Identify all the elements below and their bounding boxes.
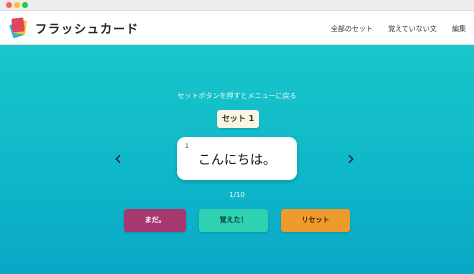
close-window-button[interactable] xyxy=(6,2,12,8)
not-yet-button[interactable]: まだ。 xyxy=(124,209,186,232)
reset-button[interactable]: リセット xyxy=(281,209,350,232)
set-button[interactable]: セット 1 xyxy=(217,110,259,128)
prev-card-icon[interactable]: ‹ xyxy=(114,148,122,168)
nav-all-sets[interactable]: 全部のセット xyxy=(331,25,373,33)
hint-text: セットボタンを押すとメニューに戻る xyxy=(177,92,297,100)
top-nav: 全部のセット 覚えていない文 編集 xyxy=(318,24,466,34)
next-card-icon[interactable]: › xyxy=(347,148,355,168)
app-window: フラッシュカード 全部のセット 覚えていない文 編集 セットボタンを押すとメニュ… xyxy=(0,0,474,274)
minimize-window-button[interactable] xyxy=(14,2,20,8)
nav-edit[interactable]: 編集 xyxy=(452,25,466,33)
flashcards-logo-icon xyxy=(9,17,27,39)
card-counter: 1/10 xyxy=(229,191,245,199)
app-header: フラッシュカード 全部のセット 覚えていない文 編集 xyxy=(0,11,474,45)
window-titlebar xyxy=(0,0,474,11)
flashcard-area: セットボタンを押すとメニューに戻る セット 1 ‹ 1 こんにちは。 › 1/1… xyxy=(0,45,474,274)
maximize-window-button[interactable] xyxy=(22,2,28,8)
card-text: こんにちは。 xyxy=(197,153,276,168)
app-title: フラッシュカード xyxy=(35,22,140,36)
flashcard[interactable]: 1 こんにちは。 xyxy=(177,137,297,180)
nav-not-learned[interactable]: 覚えていない文 xyxy=(388,25,437,33)
learned-button[interactable]: 覚えた！ xyxy=(199,209,268,232)
